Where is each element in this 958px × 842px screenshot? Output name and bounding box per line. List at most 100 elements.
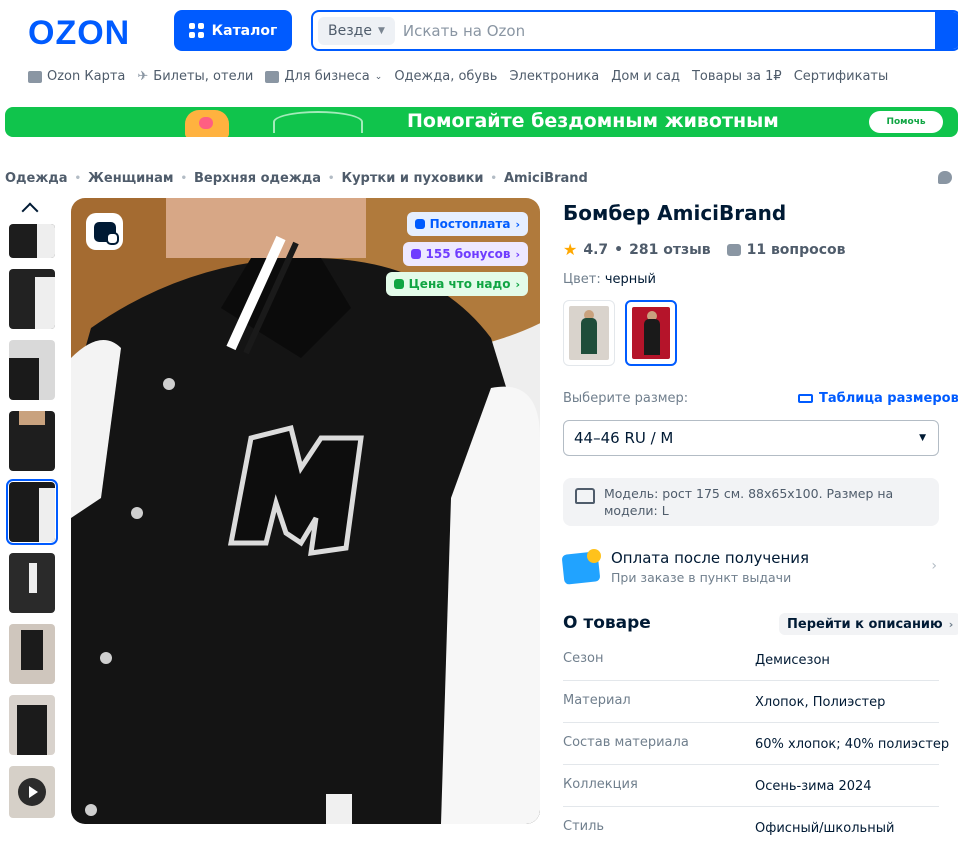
- camera-search-icon: [93, 221, 119, 245]
- nav-item-ozon-card[interactable]: Ozon Карта: [28, 69, 125, 84]
- spec-row: Состав материала 60% хлопок; 40% полиэст…: [563, 723, 949, 765]
- spec-row: Материал Хлопок, Полиэстер: [563, 681, 939, 723]
- nav-item-home[interactable]: Дом и сад: [611, 69, 680, 84]
- nav-item-electronics[interactable]: Электроника: [509, 69, 599, 84]
- color-swatch-black[interactable]: [625, 300, 677, 366]
- thumbnail-video[interactable]: [9, 766, 55, 818]
- nav-item-label: Билеты, отели: [153, 69, 254, 84]
- heart-decoration: [273, 111, 363, 133]
- catalog-button[interactable]: Каталог: [174, 10, 292, 51]
- catalog-grid-icon: [188, 23, 204, 38]
- photo-badges: Постоплата › 155 бонусов › Цена что надо…: [385, 212, 528, 296]
- badge-bonuses[interactable]: 155 бонусов ›: [402, 242, 528, 266]
- thumbnail[interactable]: [9, 269, 55, 329]
- breadcrumb-item[interactable]: Куртки и пуховики: [341, 171, 483, 186]
- thumbnail[interactable]: [9, 695, 55, 755]
- breadcrumb-item[interactable]: Одежда: [5, 171, 68, 186]
- spec-key: Стиль: [563, 819, 605, 834]
- nav-item-tickets[interactable]: ✈ Билеты, отели: [137, 69, 253, 84]
- badge-postpay[interactable]: Постоплата ›: [406, 212, 528, 236]
- search-input[interactable]: [402, 21, 935, 40]
- search-scope-dropdown[interactable]: Везде ▼: [318, 16, 395, 45]
- banner-text: Помогайте бездомным животным: [407, 110, 779, 132]
- model-info-text: Модель: рост 175 см. 88х65х100. Размер н…: [604, 486, 894, 518]
- questions-count[interactable]: 11 вопросов: [747, 242, 846, 258]
- spec-key: Состав материала: [563, 735, 689, 750]
- ruler-icon: [798, 394, 813, 403]
- promo-banner[interactable]: Помогайте бездомным животным Помочь: [5, 107, 958, 137]
- thumbnail[interactable]: [9, 224, 55, 258]
- nav-item-one-ruble[interactable]: Товары за 1₽: [692, 69, 782, 84]
- nav-item-label: Дом и сад: [611, 69, 680, 84]
- nav-item-label: Сертификаты: [793, 69, 889, 84]
- color-swatch-green[interactable]: [563, 300, 615, 366]
- thumbnail[interactable]: [9, 411, 55, 471]
- thumbnails-up-arrow-icon[interactable]: [19, 200, 43, 216]
- shirt-icon: [575, 488, 595, 504]
- spec-value: Осень-зима 2024: [755, 779, 872, 794]
- bonus-icon: [410, 249, 421, 259]
- chevron-right-icon: ›: [931, 558, 937, 574]
- specs-table: Сезон Демисезон Материал Хлопок, Полиэст…: [563, 639, 949, 842]
- spec-value: Демисезон: [755, 653, 830, 668]
- badge-label: Цена что надо: [408, 277, 511, 291]
- size-label: Выберите размер:: [563, 391, 689, 406]
- size-table-link[interactable]: Таблица размеров: [798, 391, 958, 406]
- coin-icon: [587, 549, 601, 563]
- chat-icon[interactable]: [938, 171, 952, 184]
- rating-separator: •: [614, 241, 624, 258]
- color-value: черный: [604, 272, 657, 287]
- nav-item-label: Ozon Карта: [47, 69, 126, 84]
- badge-good-price[interactable]: Цена что надо ›: [385, 272, 528, 296]
- product-rating[interactable]: ★ 4.7 • 281 отзыв 11 вопросов: [563, 240, 846, 259]
- about-title: О товаре: [563, 613, 651, 633]
- postpay-icon: [414, 219, 425, 229]
- top-nav: Ozon Карта ✈ Билеты, отели Для бизнеса ⌄…: [28, 69, 888, 84]
- thumbnail[interactable]: [9, 340, 55, 400]
- breadcrumb-item[interactable]: Женщинам: [88, 171, 174, 186]
- search-scope-label: Везде: [328, 22, 372, 39]
- spec-value: Офисный/школьный: [755, 821, 895, 836]
- thumbnail-active[interactable]: [6, 479, 58, 545]
- star-icon: ★: [563, 240, 578, 259]
- badge-label: Постоплата: [429, 217, 511, 231]
- spec-row: Сезон Демисезон: [563, 639, 939, 681]
- chevron-down-icon: ⌄: [374, 71, 383, 82]
- search-submit-button[interactable]: [935, 12, 958, 49]
- reviews-count[interactable]: 281 отзыв: [629, 242, 710, 258]
- image-search-button[interactable]: [86, 213, 123, 250]
- color-swatches: [563, 300, 677, 366]
- banner-help-button[interactable]: Помочь: [869, 111, 943, 133]
- selected-size: 44–46 RU / M: [574, 429, 674, 447]
- breadcrumb: Одежда • Женщинам • Верхняя одежда • Кур…: [5, 171, 588, 186]
- spec-row: Коллекция Осень-зима 2024: [563, 765, 939, 807]
- catalog-button-label: Каталог: [211, 22, 278, 39]
- thumbnail[interactable]: [9, 624, 55, 684]
- question-icon: [726, 243, 741, 256]
- color-label-row: Цвет: черный: [563, 272, 656, 287]
- color-label: Цвет:: [563, 272, 601, 287]
- breadcrumb-item[interactable]: AmiciBrand: [504, 171, 588, 186]
- size-select[interactable]: 44–46 RU / M ▼: [563, 420, 939, 456]
- breadcrumb-separator: •: [328, 173, 335, 184]
- nav-item-certificates[interactable]: Сертификаты: [794, 69, 889, 84]
- chevron-down-icon: ▼: [377, 25, 385, 36]
- breadcrumb-separator: •: [180, 173, 187, 184]
- nav-item-business[interactable]: Для бизнеса ⌄: [265, 69, 382, 84]
- plane-icon: ✈: [137, 69, 149, 84]
- thumbnail[interactable]: [9, 553, 55, 613]
- nav-item-clothing[interactable]: Одежда, обувь: [394, 69, 497, 84]
- goto-description-button[interactable]: Перейти к описанию ›: [779, 613, 958, 635]
- spec-value: 60% хлопок; 40% полиэстер: [755, 737, 950, 752]
- goto-description-label: Перейти к описанию: [787, 616, 943, 632]
- thumbs-up-icon: [393, 279, 404, 289]
- paw-icon: [185, 110, 229, 137]
- ozon-logo[interactable]: OZON: [28, 14, 130, 53]
- spec-key: Коллекция: [563, 777, 638, 792]
- spec-key: Сезон: [563, 651, 604, 666]
- postpay-info[interactable]: Оплата после получения При заказе в пунк…: [561, 546, 939, 592]
- breadcrumb-item[interactable]: Верхняя одежда: [194, 171, 321, 186]
- product-title: Бомбер AmiciBrand: [563, 201, 787, 225]
- postpay-subtitle: При заказе в пункт выдачи: [611, 570, 792, 585]
- briefcase-icon: [265, 70, 280, 83]
